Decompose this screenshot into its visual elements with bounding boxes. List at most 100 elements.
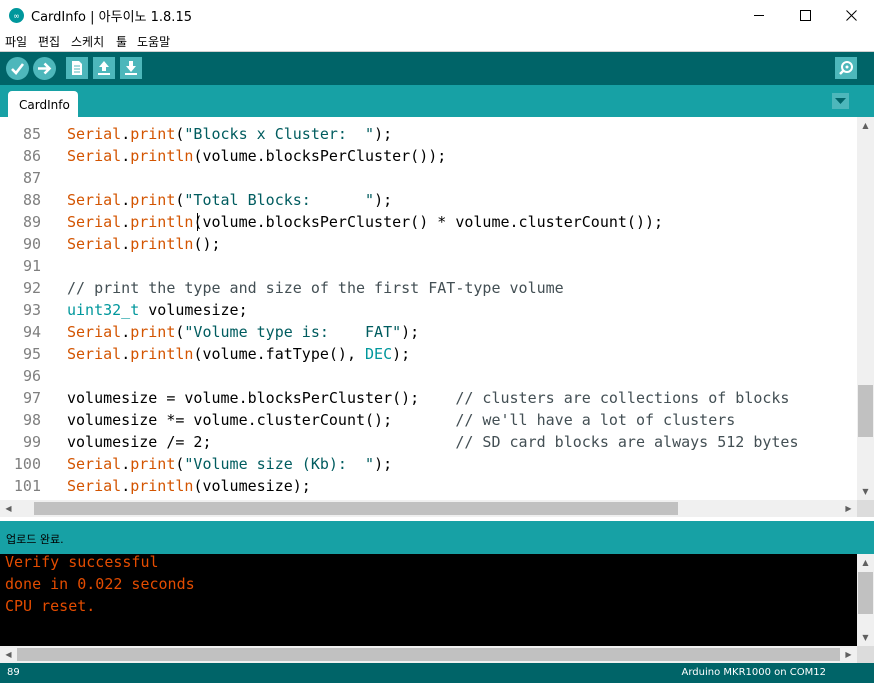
code-token: . bbox=[121, 213, 131, 231]
console-output[interactable]: Verify successful done in 0.022 seconds … bbox=[0, 553, 857, 646]
code-token: Serial bbox=[67, 345, 122, 363]
code-token: Serial bbox=[67, 477, 122, 495]
code-line: 93 uint32_t volumesize; bbox=[0, 299, 857, 321]
code-text: uint32_t volumesize; bbox=[67, 299, 248, 321]
code-token: Serial bbox=[67, 323, 122, 341]
code-line: 101 Serial.println(volumesize); bbox=[0, 475, 857, 497]
code-text: volumesize *= volume.clusterCount(); // … bbox=[67, 409, 735, 431]
status-bar bbox=[0, 521, 874, 554]
new-sketch-button[interactable] bbox=[66, 57, 88, 79]
code-token: volumesize = volume.blocksPerCluster(); bbox=[67, 389, 456, 407]
code-token: println bbox=[130, 147, 194, 165]
line-number: 98 bbox=[22, 411, 41, 429]
serial-monitor-icon bbox=[839, 61, 853, 75]
scroll-down-icon[interactable]: ▼ bbox=[857, 629, 874, 646]
menu-sketch[interactable]: 스케치 bbox=[71, 33, 104, 50]
code-text: Serial.println(); bbox=[67, 233, 221, 255]
scroll-left-icon[interactable]: ◀ bbox=[0, 500, 17, 517]
scroll-down-icon[interactable]: ▼ bbox=[857, 483, 874, 500]
minimize-icon bbox=[754, 15, 764, 16]
code-token: ); bbox=[392, 345, 411, 363]
code-token: // SD card blocks are always 512 bytes bbox=[455, 433, 799, 451]
tab-menu-button[interactable] bbox=[832, 93, 849, 109]
code-token: // print the type and size of the first … bbox=[67, 279, 564, 297]
save-sketch-button[interactable] bbox=[120, 57, 142, 79]
code-text: Serial.println(volume.blocksPerCluster()… bbox=[67, 145, 446, 167]
line-number: 94 bbox=[22, 323, 41, 341]
verify-button[interactable] bbox=[6, 57, 29, 80]
code-token: . bbox=[121, 191, 131, 209]
svg-text:∞: ∞ bbox=[13, 12, 20, 21]
maximize-icon bbox=[799, 10, 811, 21]
code-token: Serial bbox=[67, 213, 122, 231]
editor-vertical-scroll-thumb[interactable] bbox=[858, 385, 873, 437]
scroll-corner bbox=[857, 646, 874, 663]
arduino-logo-icon: ∞ bbox=[9, 8, 24, 23]
text-caret bbox=[197, 213, 198, 231]
open-sketch-button[interactable] bbox=[93, 57, 115, 79]
code-token: volumesize *= volume.clusterCount(); bbox=[67, 411, 456, 429]
code-token: "Volume type is: FAT" bbox=[184, 323, 402, 341]
menu-help[interactable]: 도움말 bbox=[137, 33, 170, 50]
upload-icon bbox=[38, 62, 52, 75]
minimize-button[interactable] bbox=[736, 0, 782, 31]
code-line: 89 Serial.println(volume.blocksPerCluster… bbox=[0, 211, 857, 233]
verify-icon bbox=[11, 63, 25, 75]
editor-horizontal-scroll-thumb[interactable] bbox=[34, 502, 678, 515]
code-token: (); bbox=[193, 235, 221, 253]
code-token: ); bbox=[374, 455, 393, 473]
console-vertical-scroll-thumb[interactable] bbox=[858, 572, 873, 614]
code-token: print bbox=[130, 455, 176, 473]
scroll-right-icon[interactable]: ▶ bbox=[840, 500, 857, 517]
console-line: done in 0.022 seconds bbox=[5, 575, 195, 593]
scroll-up-icon[interactable]: ▲ bbox=[857, 117, 874, 134]
menu-file[interactable]: 파일 bbox=[5, 33, 27, 50]
code-token: println bbox=[130, 213, 194, 231]
console-line: Verify successful bbox=[5, 553, 159, 571]
code-token: Serial bbox=[67, 147, 122, 165]
code-line: 96 bbox=[0, 365, 857, 387]
line-number: 86 bbox=[22, 147, 41, 165]
code-text: volumesize = volume.blocksPerCluster(); … bbox=[67, 387, 789, 409]
code-token: (volume.fatType(), bbox=[193, 345, 366, 363]
scroll-right-icon[interactable]: ▶ bbox=[840, 646, 857, 663]
tab-bar bbox=[0, 85, 874, 117]
close-icon bbox=[845, 10, 857, 21]
code-token: println bbox=[130, 477, 194, 495]
menu-bar: 파일 편집 스케치 툴 도움말 bbox=[0, 31, 874, 51]
code-token: "Blocks x Cluster: " bbox=[184, 125, 375, 143]
console-horizontal-scroll-thumb[interactable] bbox=[17, 648, 840, 661]
code-token: println bbox=[130, 345, 194, 363]
menu-tools[interactable]: 툴 bbox=[116, 33, 127, 50]
code-token: . bbox=[121, 125, 131, 143]
scroll-left-icon[interactable]: ◀ bbox=[0, 646, 17, 663]
code-token: . bbox=[121, 323, 131, 341]
serial-monitor-button[interactable] bbox=[835, 57, 857, 79]
code-text: Serial.print("Volume size (Kb): "); bbox=[67, 453, 392, 475]
upload-button[interactable] bbox=[33, 57, 56, 80]
open-icon bbox=[98, 61, 110, 75]
toolbar bbox=[0, 52, 874, 85]
code-line: 86 Serial.println(volume.blocksPerCluster… bbox=[0, 145, 857, 167]
code-text: volumesize /= 2; // SD card blocks are a… bbox=[67, 431, 799, 453]
editor-vertical-scrollbar[interactable]: ▲ ▼ bbox=[857, 117, 874, 500]
code-text: Serial.println(volume.fatType(), DEC); bbox=[67, 343, 410, 365]
code-token: print bbox=[130, 191, 176, 209]
line-number: 85 bbox=[22, 125, 41, 143]
code-token: Serial bbox=[67, 125, 122, 143]
code-text: Serial.println(volumesize); bbox=[67, 475, 311, 497]
code-token: ); bbox=[374, 191, 393, 209]
line-number: 89 bbox=[22, 213, 41, 231]
new-icon bbox=[72, 61, 82, 75]
line-number: 91 bbox=[22, 257, 41, 275]
board-port-info: Arduino MKR1000 on COM12 bbox=[681, 667, 826, 678]
line-number: 90 bbox=[22, 235, 41, 253]
maximize-button[interactable] bbox=[782, 0, 828, 31]
scroll-up-icon[interactable]: ▲ bbox=[857, 554, 874, 571]
line-number: 100 bbox=[13, 455, 41, 473]
line-number: 101 bbox=[13, 477, 41, 495]
code-editor[interactable]: 85 Serial.print("Blocks x Cluster: "); 86 S… bbox=[0, 117, 857, 500]
close-button[interactable] bbox=[828, 0, 874, 31]
code-token: "Volume size (Kb): " bbox=[184, 455, 375, 473]
menu-edit[interactable]: 편집 bbox=[38, 33, 60, 50]
